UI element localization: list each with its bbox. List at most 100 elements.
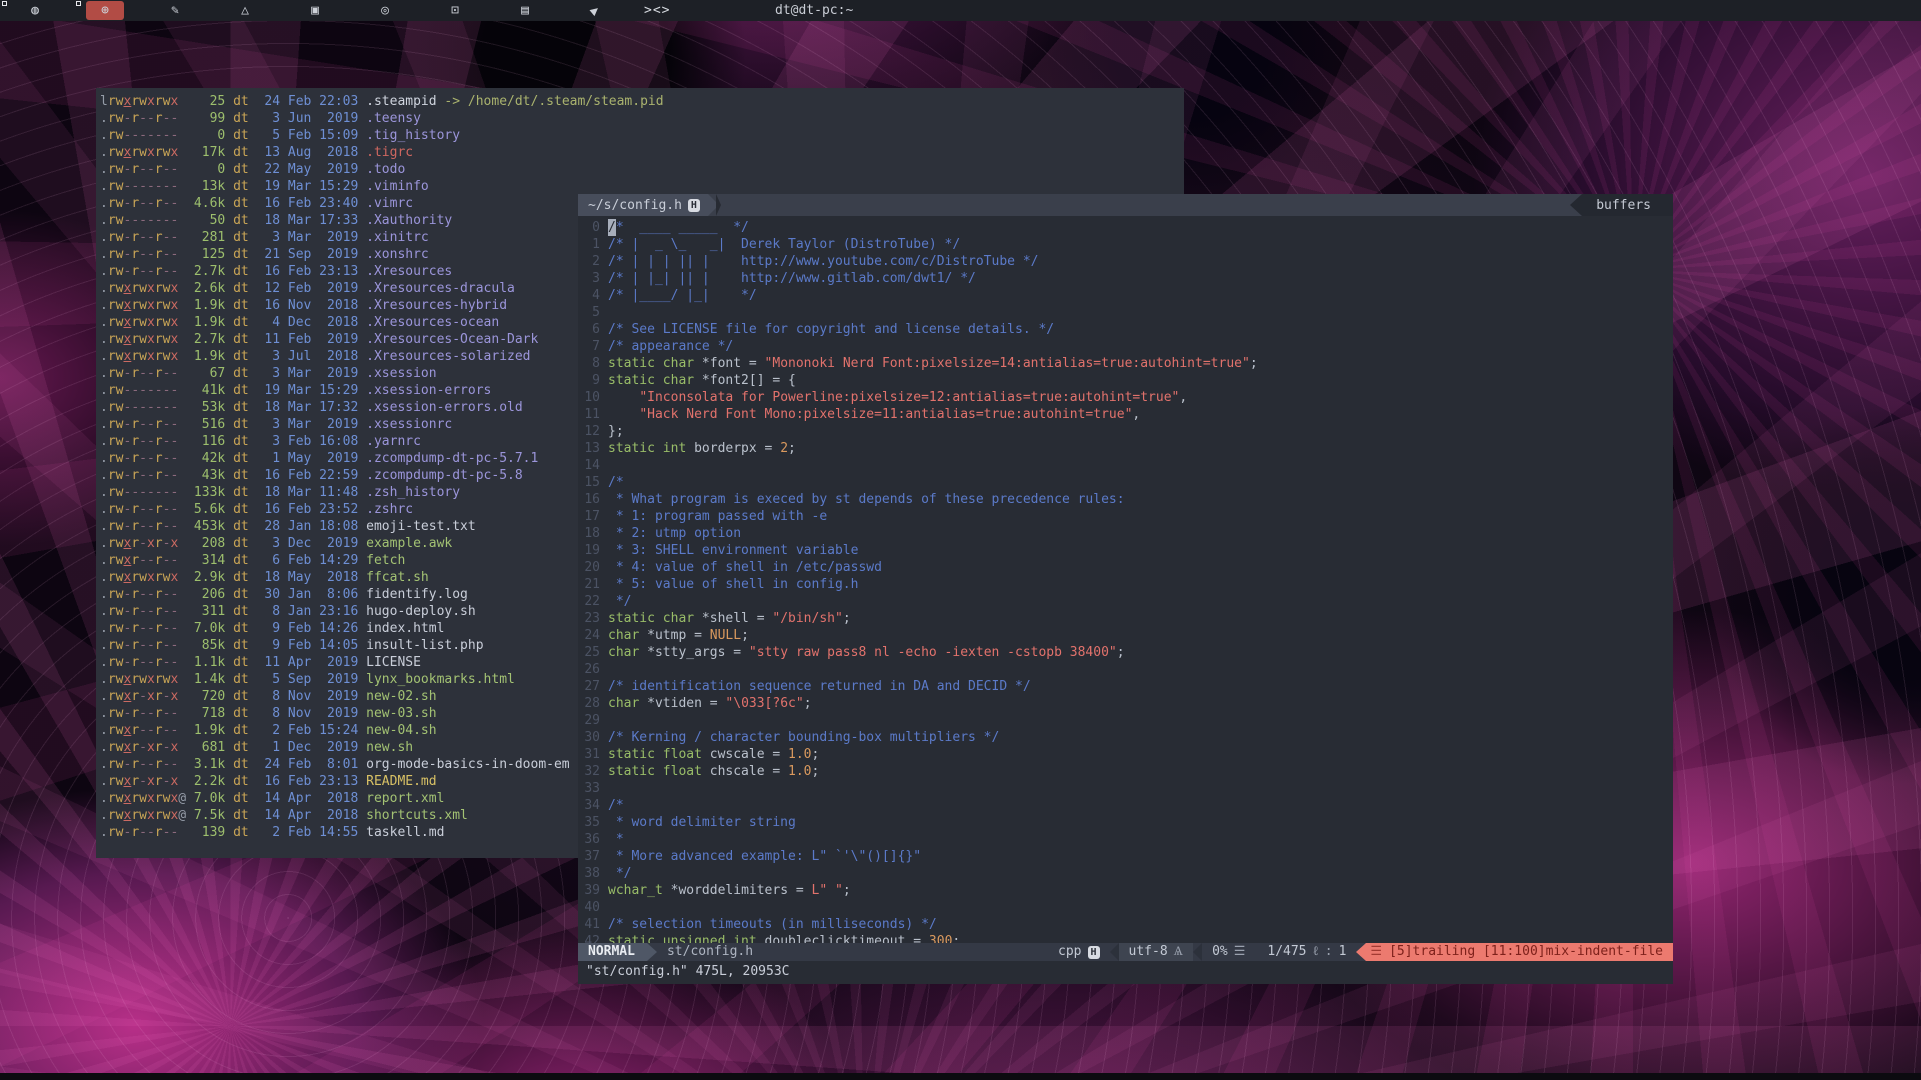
buffers-label[interactable]: buffers — [1582, 194, 1673, 216]
laptop-icon[interactable]: ⊡ — [420, 0, 490, 21]
file-name: README.md — [358, 774, 436, 789]
perm-char: r — [155, 298, 163, 313]
file-size: 2.9k — [186, 570, 225, 585]
vim-code-area[interactable]: 0/* ____ _____ */1/* | _ \_ _| Derek Tay… — [578, 216, 1673, 943]
globe-icon[interactable]: ◍ — [0, 0, 70, 21]
perm-char: r — [155, 638, 163, 653]
send-icon[interactable]: ▶ — [560, 0, 630, 21]
perm-char: r — [155, 723, 163, 738]
perm-char: r — [108, 723, 116, 738]
file-owner: dt — [225, 570, 248, 585]
perm-char: - — [139, 536, 147, 551]
perm-char: . — [100, 196, 108, 211]
code-line: 8static char *font = "Mononoki Nerd Font… — [578, 355, 1673, 372]
perm-char: r — [131, 519, 139, 534]
file-size: 1.9k — [186, 298, 225, 313]
image-icon[interactable]: ▣ — [280, 0, 350, 21]
perm-char: r — [155, 315, 163, 330]
perm-char: - — [131, 383, 139, 398]
hostname-title: dt@dt-pc:~ — [775, 3, 853, 18]
perm-char: r — [155, 604, 163, 619]
perm-char: . — [100, 519, 108, 534]
perm-char: r — [131, 587, 139, 602]
file-owner: dt — [225, 655, 248, 670]
perm-char: r — [155, 774, 163, 789]
file-owner: dt — [225, 825, 248, 840]
perm-char: r — [131, 536, 139, 551]
code-line: 3/* | |_| || | http://www.gitlab.com/dwt… — [578, 270, 1673, 287]
code-token: static float — [608, 763, 710, 780]
code-token: static char — [608, 372, 702, 389]
code-line: 10 "Inconsolata for Powerline:pixelsize=… — [578, 389, 1673, 406]
perm-char — [178, 502, 186, 517]
file-name: .viminfo — [358, 179, 428, 194]
file-owner: dt — [225, 468, 248, 483]
column-label: 1 — [1339, 943, 1347, 961]
line-number: 27 — [578, 678, 600, 695]
perm-char: r — [108, 162, 116, 177]
code-token: * More advanced example: L" `'\"()[]{}" — [608, 848, 921, 865]
code-line: 12}; — [578, 423, 1673, 440]
perm-char: r — [131, 145, 139, 160]
line-number: 18 — [578, 525, 600, 542]
code-line: 23static char *shell = "/bin/sh"; — [578, 610, 1673, 627]
perm-char: . — [100, 825, 108, 840]
file-row: .rw------- 0 dt 5 Feb 15:09 .tig_history — [100, 127, 1184, 144]
folder-icon[interactable]: ▤ — [490, 0, 560, 21]
file-date: 3 Jun 2019 — [249, 111, 359, 126]
terminal-window-vim[interactable]: ~/s/config.h H buffers 0/* ____ _____ */… — [578, 194, 1673, 984]
tab-config-h[interactable]: ~/s/config.h H — [578, 194, 708, 216]
scroll-percent: 0% ☰ 1/475 ℓ : 1 — [1202, 943, 1356, 961]
code-token: /* — [608, 474, 624, 491]
file-size: 3.1k — [186, 757, 225, 772]
code-line: 4/* |____/ |_| */ — [578, 287, 1673, 304]
perm-char: - — [139, 468, 147, 483]
perm-char: x — [147, 536, 155, 551]
line-position-label: 1/475 — [1267, 943, 1306, 961]
perm-char: . — [100, 723, 108, 738]
file-size: 1.9k — [186, 723, 225, 738]
file-owner: dt — [225, 689, 248, 704]
code-line: 35 * word delimiter string — [578, 814, 1673, 831]
code-token: *utmp = — [647, 627, 710, 644]
file-name: .zsh_history — [358, 485, 460, 500]
file-name: taskell.md — [358, 825, 444, 840]
file-owner: dt — [225, 672, 248, 687]
line-number: 1 — [578, 236, 600, 253]
perm-char: r — [131, 434, 139, 449]
perm-char — [178, 570, 186, 585]
file-date: 14 Apr 2018 — [249, 808, 359, 823]
file-owner: dt — [225, 740, 248, 755]
camera-icon[interactable]: ◎ — [350, 0, 420, 21]
file-size: 281 — [186, 230, 225, 245]
perm-char: - — [155, 213, 163, 228]
perm-char: - — [139, 757, 147, 772]
file-name: org-mode-basics-in-doom-em — [358, 757, 569, 772]
line-number: 40 — [578, 899, 600, 916]
perm-char: r — [131, 757, 139, 772]
code-line: 31static float cwscale = 1.0; — [578, 746, 1673, 763]
perm-char: - — [131, 179, 139, 194]
perm-char: x — [147, 570, 155, 585]
eyedropper-icon[interactable]: ✎ — [140, 0, 210, 21]
perm-char: . — [100, 451, 108, 466]
vim-command-line[interactable]: "st/config.h" 475L, 20953C — [578, 961, 1673, 984]
file-owner: dt — [225, 281, 248, 296]
powerline-separator-icon — [1193, 943, 1202, 961]
perm-char: x — [147, 791, 155, 806]
flask-icon[interactable]: △ — [210, 0, 280, 21]
file-row: lrwxrwxrwx 25 dt 24 Feb 22:03 .steampid … — [100, 93, 1184, 110]
line-number: 36 — [578, 831, 600, 848]
file-name: insult-list.php — [358, 638, 483, 653]
code-line: 34/* — [578, 797, 1673, 814]
perm-char: - — [147, 655, 155, 670]
perm-char: - — [139, 213, 147, 228]
perm-char: . — [100, 162, 108, 177]
perm-char: r — [155, 264, 163, 279]
perm-char: - — [147, 604, 155, 619]
perm-char: w — [139, 672, 147, 687]
perm-char: r — [155, 111, 163, 126]
code-token: "Inconsolata for Powerline:pixelsize=12:… — [639, 389, 1179, 406]
code-token: * word delimiter string — [608, 814, 796, 831]
line-number: 30 — [578, 729, 600, 746]
